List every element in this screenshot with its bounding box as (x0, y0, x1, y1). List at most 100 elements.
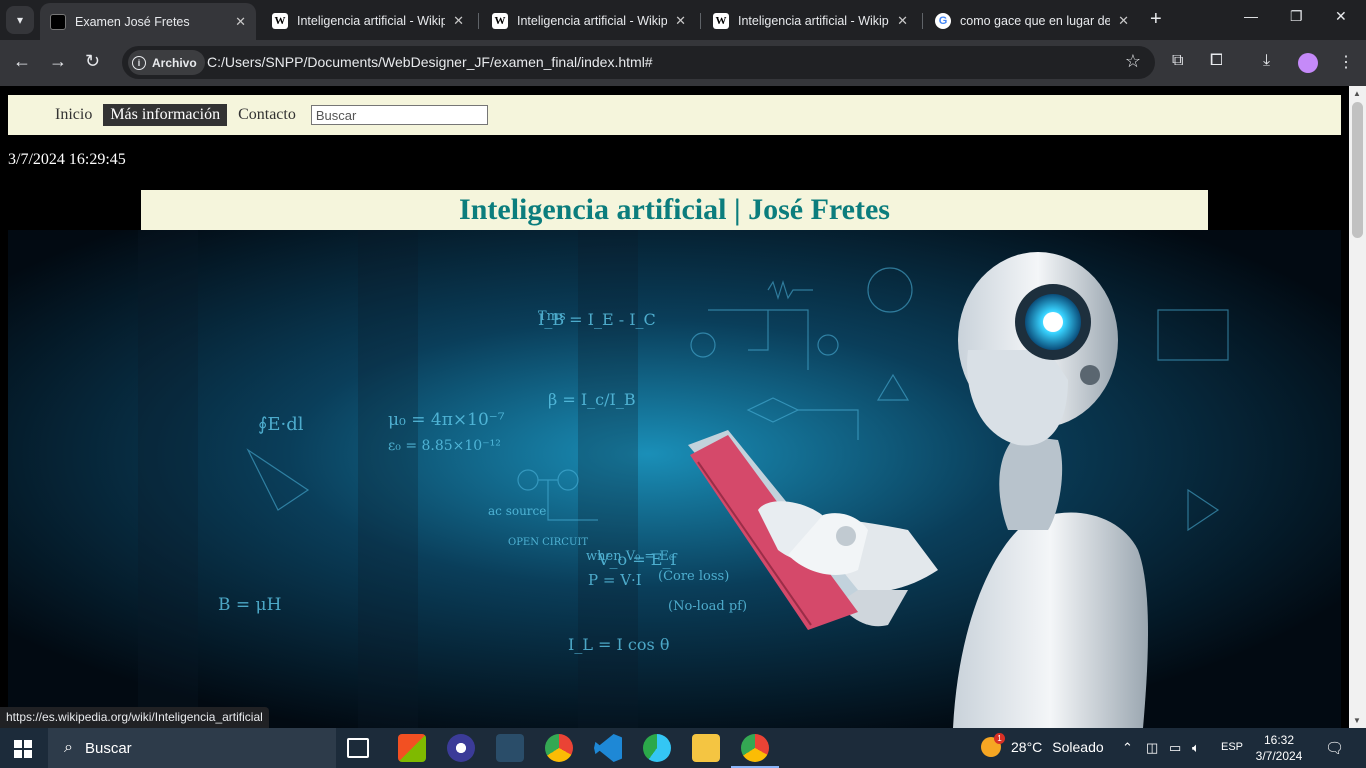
sun-icon: 1 (981, 733, 1005, 757)
tab-wikipedia-3[interactable]: W Inteligencia artificial - Wikipe ✕ (703, 5, 918, 36)
close-icon[interactable]: ✕ (897, 13, 908, 29)
store-app-icon[interactable] (398, 734, 426, 762)
download-icon[interactable]: ⤓ (1263, 52, 1270, 70)
extensions-icon[interactable]: ⧠ (1210, 52, 1223, 70)
restore-icon[interactable]: ❐ (1290, 8, 1303, 25)
site-search-input[interactable] (310, 105, 488, 125)
chrome-active-app-icon[interactable] (731, 734, 779, 768)
formula-text: ac source (488, 504, 546, 518)
site-navbar: Inicio Más información Contacto (8, 95, 1341, 135)
tab-title: Inteligencia artificial - Wikipe (517, 13, 668, 28)
close-icon[interactable]: ✕ (235, 14, 246, 30)
bookmark-star-icon[interactable]: ☆ (1125, 51, 1141, 72)
minimize-icon[interactable]: — (1244, 8, 1258, 24)
close-icon[interactable]: ✕ (453, 13, 464, 29)
chrome-app-icon[interactable] (545, 734, 573, 762)
nav-contacto[interactable]: Contacto (231, 104, 303, 126)
robot-formulas-illustration: μ₀ = 4π×10⁻⁷ ε₀ = 8.85×10⁻¹² β = I_c/I_B… (8, 230, 1341, 728)
close-icon[interactable]: ✕ (1118, 13, 1129, 29)
scroll-down-arrow-icon[interactable]: ▼ (1353, 716, 1361, 725)
page-viewport: Inicio Más información Contacto 3/7/2024… (0, 86, 1349, 728)
task-view-icon[interactable] (347, 738, 369, 758)
profile-avatar[interactable] (1298, 53, 1318, 73)
system-clock[interactable]: 16:32 3/7/2024 (1254, 732, 1304, 764)
weather-badge: 1 (994, 733, 1005, 744)
wikipedia-icon: W (272, 12, 288, 29)
wikipedia-icon: W (713, 12, 729, 29)
windows-start-icon[interactable] (14, 740, 32, 758)
mysql-workbench-icon[interactable] (496, 734, 524, 762)
scroll-up-arrow-icon[interactable]: ▲ (1353, 89, 1361, 98)
google-icon: G (935, 12, 951, 29)
notification-icon[interactable]: 🗨︎ (1325, 739, 1344, 757)
tab-wikipedia-2[interactable]: W Inteligencia artificial - Wikipe ✕ (482, 5, 696, 36)
tab-examen[interactable]: Examen José Fretes ✕ (40, 3, 256, 40)
volume-icon[interactable]: 🔈︎ (1192, 740, 1200, 756)
wikipedia-icon: W (492, 12, 508, 29)
tab-separator (922, 13, 923, 29)
formula-text: ε₀ = 8.85×10⁻¹² (388, 438, 501, 454)
formula-text: ∮E·dl (258, 414, 304, 435)
formula-text: β = I_c/I_B (548, 390, 636, 409)
formula-text: I_L = I cos θ (568, 635, 669, 654)
new-tab-icon[interactable]: + (1150, 8, 1162, 31)
tab-separator (700, 13, 701, 29)
tab-search-button[interactable]: ▾ (6, 6, 34, 34)
address-bar[interactable]: i Archivo C:/Users/SNPP/Documents/WebDes… (122, 46, 1155, 79)
formula-text: μ₀ = 4π×10⁻⁷ (388, 410, 505, 430)
close-icon[interactable]: ✕ (675, 13, 686, 29)
forward-icon[interactable]: → (49, 51, 67, 72)
input-language[interactable]: ESP (1221, 741, 1243, 753)
formula-text: (No-load pf) (668, 599, 747, 614)
formula-text: when V₀ = E₀ (586, 549, 674, 564)
weather-widget[interactable]: 1 28°C Soleado (981, 733, 1104, 757)
tab-title: Examen José Fretes (75, 14, 190, 29)
site-info-chip[interactable]: i Archivo (128, 50, 205, 75)
reload-icon[interactable]: ↻ (85, 51, 100, 72)
scrollbar-thumb[interactable] (1352, 102, 1363, 238)
tab-title: Inteligencia artificial - Wikipe (297, 13, 446, 28)
nav-mas-informacion[interactable]: Más información (103, 104, 228, 126)
page-scrollbar[interactable]: ▲ ▼ (1349, 86, 1366, 728)
formula-text: Tms (538, 309, 566, 324)
file-explorer-icon[interactable] (692, 734, 720, 762)
hero-image: μ₀ = 4π×10⁻⁷ ε₀ = 8.85×10⁻¹² β = I_c/I_B… (8, 230, 1341, 728)
site-info-label: Archivo (152, 55, 197, 70)
info-icon: i (132, 55, 146, 70)
formula-text: (Core loss) (658, 569, 729, 584)
tab-google-search[interactable]: G como gace que en lugar de ✕ (925, 5, 1139, 36)
formula-text: OPEN CIRCUIT (508, 537, 588, 548)
windows-taskbar: ⌕ Buscar 1 28°C Soleado ⌃ ◫ ▭ 🔈︎ ESP 16:… (0, 728, 1366, 768)
tab-separator (478, 13, 479, 29)
current-datetime: 3/7/2024 16:29:45 (8, 151, 126, 168)
taskbar-search[interactable]: ⌕ Buscar (48, 728, 336, 768)
tab-wikipedia-1[interactable]: W Inteligencia artificial - Wikipe ✕ (262, 5, 474, 36)
nav-inicio[interactable]: Inicio (48, 104, 99, 126)
browser-tab-strip: ▾ Examen José Fretes ✕ W Inteligencia ar… (0, 0, 1366, 40)
clock-date: 3/7/2024 (1255, 749, 1303, 763)
tab-title: Inteligencia artificial - Wikipe (738, 13, 890, 28)
chevron-up-icon[interactable]: ⌃ (1122, 740, 1133, 756)
taskbar-search-label: Buscar (84, 739, 132, 757)
menu-icon[interactable]: ⋮ (1338, 52, 1354, 72)
network-icon[interactable]: ▭ (1169, 740, 1181, 756)
link-status-bubble: https://es.wikipedia.org/wiki/Inteligenc… (0, 707, 269, 728)
tab-title: como gace que en lugar de (960, 13, 1111, 28)
temperature: 28°C (1011, 739, 1043, 755)
window-close-icon[interactable]: ✕ (1335, 8, 1347, 25)
vscode-app-icon[interactable] (594, 734, 622, 762)
back-icon[interactable]: ← (13, 51, 31, 72)
formula-text: P = V·I (588, 571, 642, 589)
formula-text: B = μH (218, 595, 281, 615)
translate-icon[interactable]: ⧉ (1172, 52, 1183, 70)
search-icon: ⌕ (64, 739, 73, 756)
eclipse-app-icon[interactable] (447, 734, 475, 762)
dark-page-icon (50, 13, 66, 30)
weather-condition: Soleado (1052, 739, 1104, 755)
page-title: Inteligencia artificial | José Fretes (141, 190, 1208, 230)
browser-toolbar: ← → ↻ i Archivo C:/Users/SNPP/Documents/… (0, 40, 1366, 86)
edge-app-icon[interactable] (643, 734, 671, 762)
clock-time: 16:32 (1263, 733, 1295, 747)
address-url[interactable]: C:/Users/SNPP/Documents/WebDesigner_JF/e… (207, 54, 653, 70)
meet-now-icon[interactable]: ◫ (1146, 740, 1158, 756)
